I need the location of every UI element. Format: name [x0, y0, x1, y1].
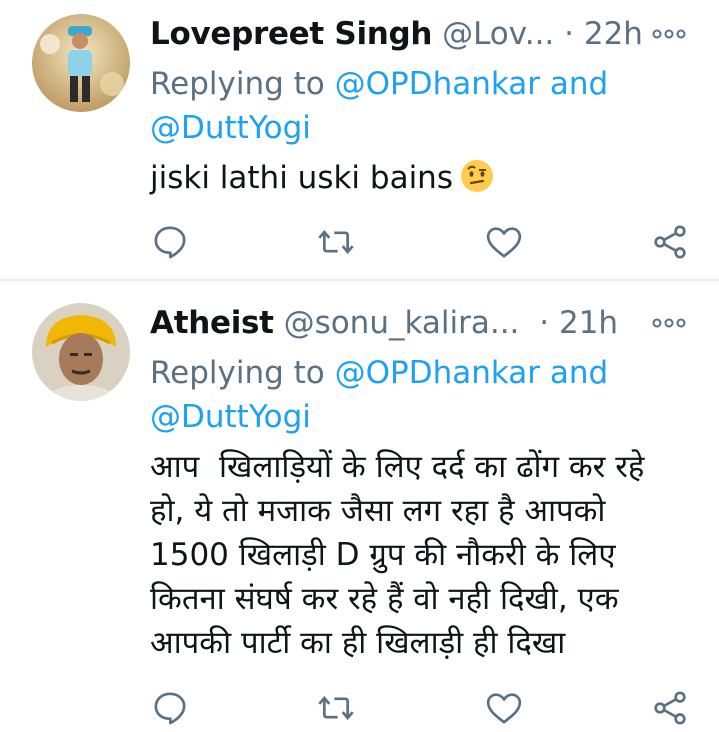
and-link[interactable]: and [550, 355, 608, 391]
retweet-icon[interactable] [316, 688, 356, 728]
reply-icon[interactable] [150, 222, 190, 262]
more-icon[interactable] [651, 313, 687, 333]
replying-prefix: Replying to [150, 355, 325, 391]
mention-link[interactable]: @DuttYogi [150, 110, 311, 146]
avatar[interactable] [32, 14, 130, 112]
and-link[interactable]: and [550, 66, 608, 102]
display-name[interactable]: Lovepreet Singh [150, 16, 433, 52]
tweet-text-line: आपकी पार्टी का ही खिलाड़ी ही दिखा [150, 625, 566, 661]
tweet-actions [150, 222, 690, 262]
tweet-text-line: आप खिलाड़ियों के लिए दर्द का ढोंग कर रहे [150, 449, 645, 485]
tweet-text: jiski lathi uski bains [150, 156, 495, 200]
tweet-text-line: कितना संघर्ष कर रहे हैं वो नही दिखी, एक [150, 581, 619, 617]
tweet-text-content: jiski lathi uski bains [150, 160, 453, 196]
replying-prefix: Replying to [150, 66, 325, 102]
tweet-text: आप खिलाड़ियों के लिए दर्द का ढोंग कर रहे… [150, 445, 644, 665]
tweet-text-line: हो, ये तो मजाक जैसा लग रहा है आपको [150, 493, 606, 529]
mention-link[interactable]: @OPDhankar [335, 355, 540, 391]
timestamp[interactable]: · 21h [539, 305, 618, 341]
replying-to-line2: @DuttYogi [150, 106, 311, 150]
heart-icon[interactable] [484, 222, 524, 262]
heart-icon[interactable] [484, 688, 524, 728]
user-handle[interactable]: @Lov... [442, 16, 554, 52]
display-name[interactable]: Atheist [150, 305, 274, 341]
tweet-text-line: 1500 खिलाड़ी D ग्रुप की नौकरी के लिए [150, 537, 616, 573]
mention-link[interactable]: @OPDhankar [335, 66, 540, 102]
face-with-raised-eyebrow-emoji [459, 158, 495, 194]
share-icon[interactable] [650, 222, 690, 262]
retweet-icon[interactable] [316, 222, 356, 262]
tweet-actions [150, 688, 690, 728]
replying-to: Replying to @OPDhankar and [150, 351, 608, 395]
mention-link[interactable]: @DuttYogi [150, 399, 311, 435]
replying-to-line2: @DuttYogi [150, 395, 311, 439]
timestamp[interactable]: · 22h [564, 16, 643, 52]
tweet-divider [0, 279, 719, 281]
reply-icon[interactable] [150, 688, 190, 728]
replying-to: Replying to @OPDhankar and [150, 62, 608, 106]
avatar[interactable] [32, 303, 130, 401]
more-icon[interactable] [651, 24, 687, 44]
share-icon[interactable] [650, 688, 690, 728]
user-handle[interactable]: @sonu_kalira... [284, 305, 520, 341]
